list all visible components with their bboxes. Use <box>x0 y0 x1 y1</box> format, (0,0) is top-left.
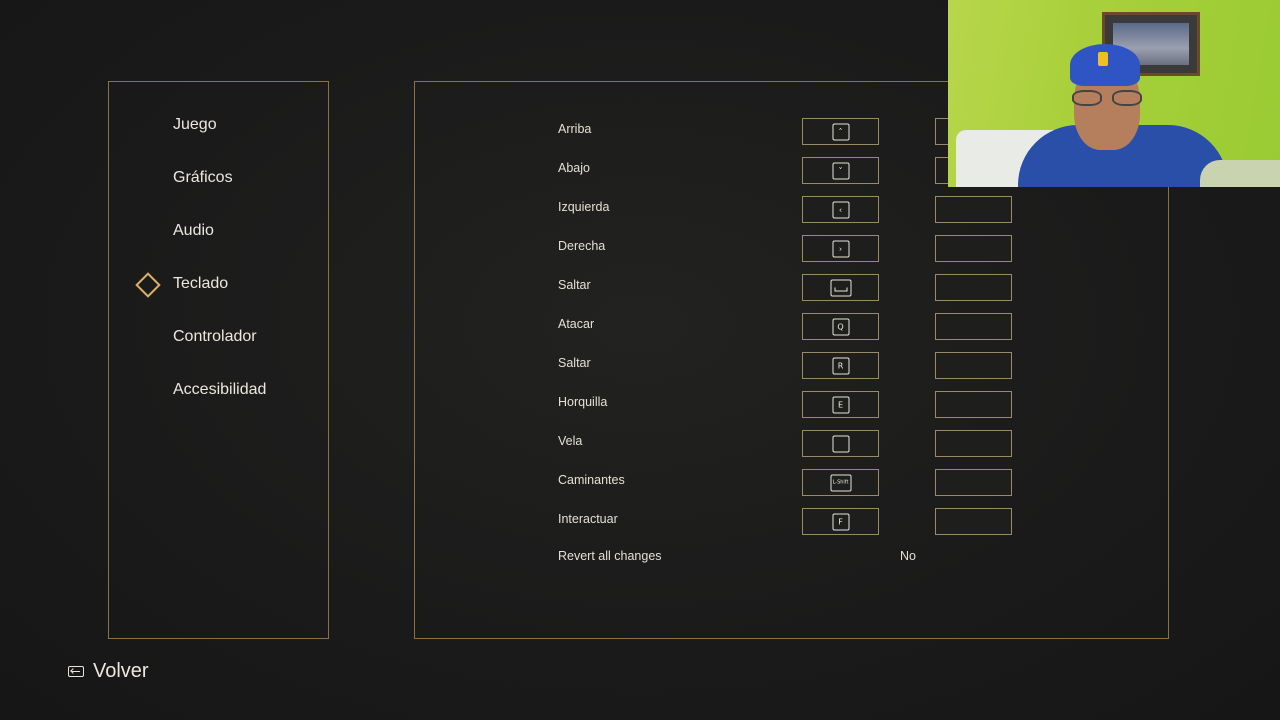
binding-primary-izquierda[interactable]: ‹ <box>802 196 879 223</box>
binding-primary-vela[interactable] <box>802 430 879 457</box>
binding-secondary-saltar[interactable] <box>935 274 1012 301</box>
binding-label-derecha: Derecha <box>558 239 606 253</box>
binding-secondary-horquilla[interactable] <box>935 391 1012 418</box>
category-controlador[interactable]: Controlador <box>173 328 257 346</box>
binding-label-saltar: Saltar <box>558 278 591 292</box>
e-key-icon: E <box>832 396 849 413</box>
left-shift-key-icon: L-Shift <box>830 474 851 491</box>
binding-secondary-caminantes[interactable] <box>935 469 1012 496</box>
arrow-down-key-icon: ˅ <box>832 162 849 179</box>
cap-logo-icon <box>1098 52 1108 66</box>
keyboard-settings-screen: Juego Gráficos Audio Teclado Controlador… <box>0 0 1280 720</box>
category-graficos[interactable]: Gráficos <box>173 169 233 187</box>
category-juego[interactable]: Juego <box>173 116 217 134</box>
binding-label-interactuar: Interactuar <box>558 512 618 526</box>
r-key-icon: R <box>832 357 849 374</box>
glasses-icon <box>1070 90 1144 106</box>
binding-label-vela: Vela <box>558 434 583 448</box>
arrow-left-key-icon: ‹ <box>832 201 849 218</box>
selection-diamond-icon <box>135 272 161 298</box>
binding-secondary-saltar-2[interactable] <box>935 352 1012 379</box>
back-button[interactable]: Volver <box>68 660 149 683</box>
revert-all-changes-label: Revert all changes <box>558 549 662 563</box>
binding-primary-saltar[interactable] <box>802 274 879 301</box>
settings-category-sidebar: Juego Gráficos Audio Teclado Controlador… <box>108 81 329 639</box>
arrow-right-key-icon: › <box>832 240 849 257</box>
binding-label-abajo: Abajo <box>558 161 590 175</box>
binding-secondary-vela[interactable] <box>935 430 1012 457</box>
binding-primary-caminantes[interactable]: L-Shift <box>802 469 879 496</box>
binding-label-atacar: Atacar <box>558 317 595 331</box>
f-key-icon: F <box>832 513 849 530</box>
back-label: Volver <box>93 660 149 682</box>
binding-label-saltar-2: Saltar <box>558 356 591 370</box>
binding-label-caminantes: Caminantes <box>558 473 625 487</box>
binding-secondary-atacar[interactable] <box>935 313 1012 340</box>
back-key-icon <box>68 666 84 677</box>
binding-primary-saltar-2[interactable]: R <box>802 352 879 379</box>
binding-secondary-izquierda[interactable] <box>935 196 1012 223</box>
blank-key-icon <box>832 435 849 452</box>
binding-primary-horquilla[interactable]: E <box>802 391 879 418</box>
binding-primary-interactuar[interactable]: F <box>802 508 879 535</box>
category-teclado[interactable]: Teclado <box>173 275 228 293</box>
binding-primary-abajo[interactable]: ˅ <box>802 157 879 184</box>
binding-label-arriba: Arriba <box>558 122 592 136</box>
q-key-icon: Q <box>832 318 849 335</box>
binding-label-izquierda: Izquierda <box>558 200 610 214</box>
background-object <box>1200 160 1280 187</box>
binding-primary-derecha[interactable]: › <box>802 235 879 262</box>
binding-primary-atacar[interactable]: Q <box>802 313 879 340</box>
arrow-up-key-icon: ˄ <box>832 123 849 140</box>
binding-secondary-derecha[interactable] <box>935 235 1012 262</box>
category-audio[interactable]: Audio <box>173 222 214 240</box>
binding-label-horquilla: Horquilla <box>558 395 608 409</box>
webcam-overlay <box>948 0 1280 187</box>
category-accesibilidad[interactable]: Accesibilidad <box>173 381 266 399</box>
revert-all-changes-toggle[interactable]: No <box>900 549 916 563</box>
binding-primary-arriba[interactable]: ˄ <box>802 118 879 145</box>
spacebar-key-icon <box>830 279 851 296</box>
binding-secondary-interactuar[interactable] <box>935 508 1012 535</box>
